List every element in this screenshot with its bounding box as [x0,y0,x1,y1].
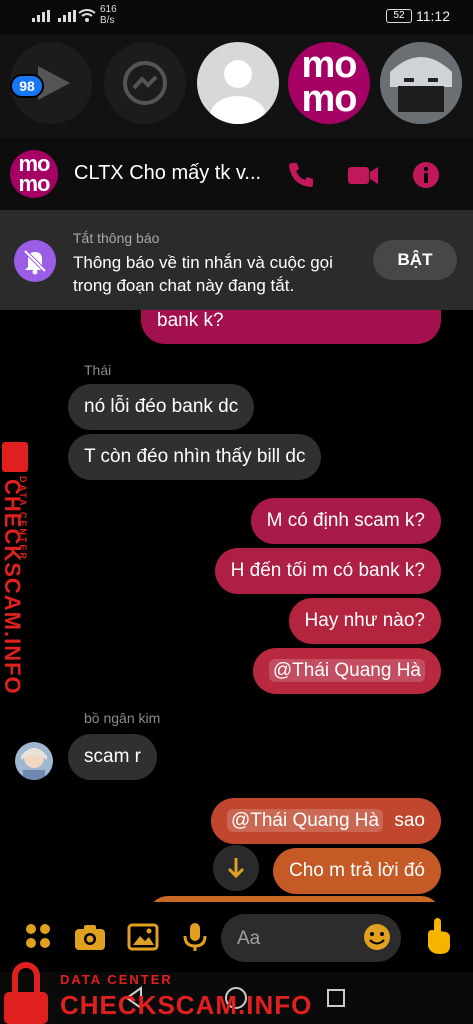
info-icon[interactable] [411,160,441,190]
message-outgoing[interactable]: Cho m trả lời đó [272,848,441,894]
mute-notification-banner: Tắt thông báo Thông báo về tin nhắn và c… [0,210,473,310]
sender-avatar[interactable] [15,742,53,780]
momo-logo: mo mo [301,44,358,121]
battery-indicator: 52 [386,9,412,23]
signal-icon-2 [58,10,76,25]
arrow-down-icon [227,858,245,879]
chat-head-user-avatar[interactable] [380,42,462,124]
signal-icon [32,10,50,25]
unmute-button[interactable]: BẬT [373,240,457,280]
group-avatar[interactable]: mo mo [10,150,58,198]
mention[interactable]: @Thái Quang Hà [226,809,384,832]
sender-name: Thái [84,362,112,378]
message-outgoing[interactable]: H đến tối m có bank k? [214,548,441,594]
mention[interactable]: @Thái Quang Hà [268,659,425,682]
pointing-up-icon[interactable] [420,916,456,956]
video-call-icon[interactable] [346,160,378,190]
watermark-side: DATA CENTER CHECKSCAM.INFO [0,436,30,695]
recents-button[interactable] [326,988,346,1013]
message-list[interactable]: bank k? Thái nó lỗi đéo bank dc T còn đé… [0,310,473,902]
mute-description: Thông báo về tin nhắn và cuộc gọi trong … [73,253,333,295]
message-incoming[interactable]: T còn đéo nhìn thấy bill dc [68,434,322,480]
message-outgoing[interactable]: Hay như nào? [288,598,441,644]
lock-icon [12,962,40,996]
network-speed: 616 B/s [100,4,117,26]
message-outgoing[interactable]: @Thái Quang Hà [252,648,441,694]
message-outgoing[interactable]: @Thái Quang Hà sao [210,798,441,844]
chat-head-default-avatar[interactable] [197,42,279,124]
message-incoming[interactable]: scam r [68,734,157,780]
conversation-header: mo mo CLTX Cho mấy tk v... [0,138,473,210]
avatar-image [380,42,462,124]
bell-off-icon [14,240,56,282]
clock: 11:12 [416,8,450,24]
message-outgoing[interactable]: M có định scam k? [250,498,441,544]
person-icon [210,60,266,124]
phone-call-icon[interactable] [286,160,316,190]
chat-heads-row: 98 mo mo [0,34,473,138]
message-outgoing[interactable]: bank k? [141,310,441,344]
messenger-icon [123,61,167,105]
mute-label: Tắt thông báo [73,230,160,246]
status-bar: 616 B/s 52 11:12 [0,0,473,34]
momo-logo: mo mo [18,151,51,196]
unread-badge: 98 [10,74,44,98]
chat-head-messenger[interactable] [104,42,186,124]
scroll-to-bottom-button[interactable] [213,845,259,891]
wifi-icon [78,9,96,26]
camera-icon[interactable] [73,920,107,954]
emoji-icon[interactable] [362,922,396,956]
message-composer: Aa [0,902,473,972]
lock-icon [2,442,28,472]
sender-name: bồ ngân kim [84,710,161,726]
message-input-placeholder: Aa [237,928,261,949]
conversation-title[interactable]: CLTX Cho mấy tk v... [74,162,261,185]
microphone-icon[interactable] [178,920,212,954]
message-incoming[interactable]: nó lỗi đéo bank dc [68,384,255,430]
gallery-icon[interactable] [126,920,160,954]
chat-head-momo[interactable]: mo mo [288,42,370,124]
apps-grid-icon[interactable] [22,920,56,954]
